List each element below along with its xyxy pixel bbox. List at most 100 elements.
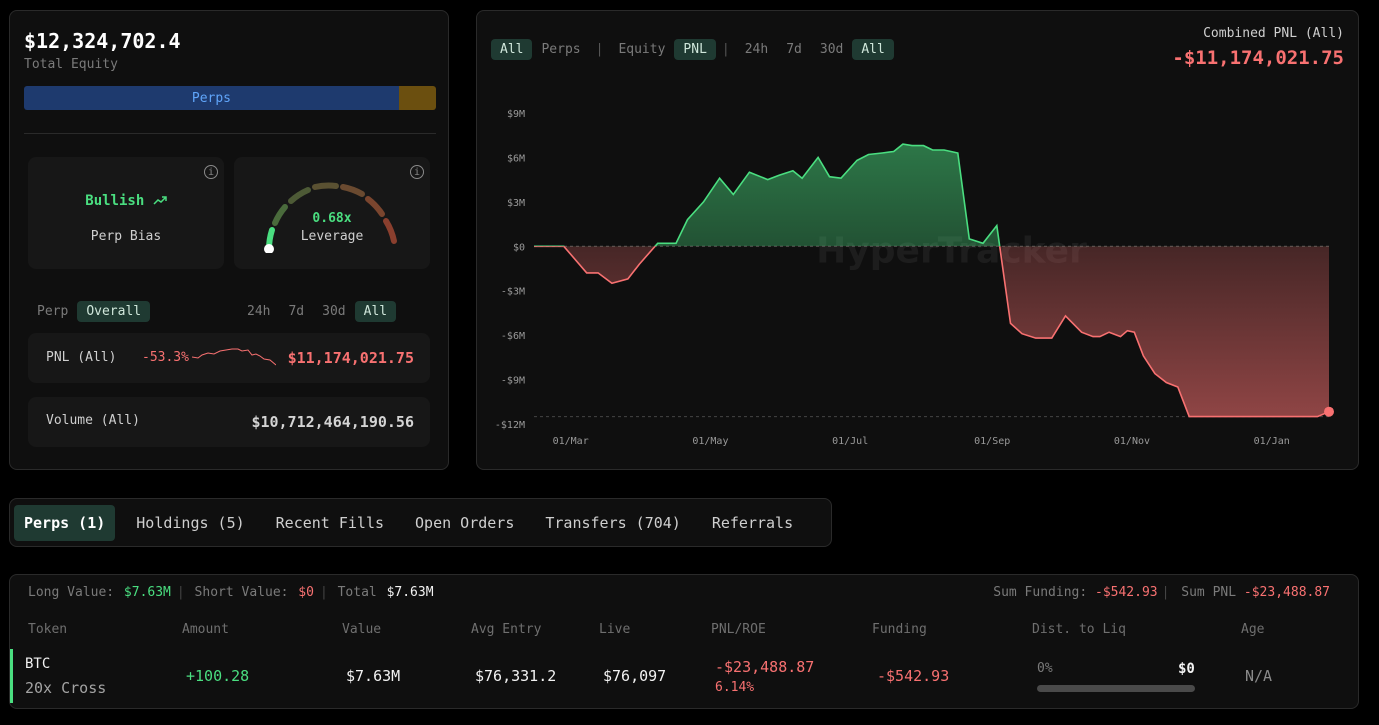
leverage-value: 0.68x: [312, 211, 352, 226]
long-value: $7.63M: [123, 585, 171, 600]
x-tick-label: 01/Sep: [974, 436, 1010, 447]
position-age: N/A: [1245, 667, 1273, 685]
x-tick-label: 01/Jul: [832, 436, 868, 447]
short-value: $0: [298, 585, 314, 600]
short-value-label: Short Value:: [194, 585, 289, 600]
volume-summary-row: Volume (All) $10,712,464,190.56: [28, 397, 430, 447]
y-tick-label: -$6M: [501, 331, 525, 342]
position-value: $7.63M: [346, 667, 401, 685]
margin-mode: 20x Cross: [25, 679, 107, 697]
tab-chart-24h[interactable]: 24h: [736, 39, 777, 60]
total-equity-value: $12,324,702.4: [24, 29, 181, 53]
sum-pnl-value: -$23,488.87: [1243, 585, 1330, 600]
column-header-avg-entry[interactable]: Avg Entry: [471, 622, 541, 637]
position-roe: 6.14%: [715, 680, 755, 695]
positions-summary: Long Value: $7.63M | Short Value: $0 | Tot…: [28, 585, 434, 600]
tab-open-orders[interactable]: Open Orders: [405, 505, 524, 541]
row-accent: [10, 649, 13, 703]
tab-holdings[interactable]: Holdings (5): [126, 505, 254, 541]
pnl-sparkline: [192, 348, 276, 366]
tab-recent-fills[interactable]: Recent Fills: [266, 505, 394, 541]
pnl-amount: $11,174,021.75: [287, 349, 414, 367]
positions-summary-right: Sum Funding: -$542.93 | Sum PNL -$23,488.…: [993, 585, 1330, 600]
allocation-holdings-segment: [398, 86, 436, 110]
avg-entry-price: $76,331.2: [475, 667, 557, 685]
liq-value: $0: [1178, 661, 1195, 677]
y-tick-label: $6M: [507, 153, 525, 164]
token-symbol[interactable]: BTC: [25, 656, 50, 672]
column-header-dist-to-liq[interactable]: Dist. to Liq: [1032, 622, 1126, 637]
column-header-token[interactable]: Token: [28, 622, 67, 637]
pnl-summary-row: PNL (All) -53.3% $11,174,021.75: [28, 333, 430, 383]
leverage-label: Leverage: [300, 229, 364, 244]
total-equity-label: Total Equity: [24, 57, 118, 72]
tab-perps[interactable]: Perps (1): [14, 504, 116, 541]
combined-pnl-value: -$11,174,021.75: [1172, 47, 1344, 69]
info-icon[interactable]: i: [410, 165, 424, 179]
y-tick-label: $3M: [507, 198, 525, 209]
y-tick-label: -$12M: [495, 420, 525, 431]
tab-30d[interactable]: 30d: [313, 301, 354, 322]
perp-bias-card: i Bullish Perp Bias: [28, 157, 224, 269]
positions-table: Long Value: $7.63M | Short Value: $0 | Tot…: [9, 574, 1359, 709]
tab-referrals[interactable]: Referrals: [702, 505, 803, 541]
column-header-funding[interactable]: Funding: [872, 622, 927, 637]
divider: [24, 133, 436, 134]
x-tick-label: 01/May: [692, 436, 728, 447]
tab-perp[interactable]: Perp: [28, 301, 77, 322]
column-header-amount[interactable]: Amount: [182, 622, 229, 637]
range-tabs: 24h 7d 30d All: [238, 301, 397, 322]
tab-transfers[interactable]: Transfers (704): [535, 505, 690, 541]
tab-chart-all[interactable]: All: [491, 39, 533, 60]
total-value-label: Total: [337, 585, 377, 600]
leverage-card: i 0.68x Leverage: [234, 157, 430, 269]
y-tick-label: $9M: [507, 109, 525, 120]
pnl-percent: -53.3%: [142, 350, 189, 365]
tab-chart-pnl[interactable]: PNL: [674, 39, 716, 60]
column-header-value[interactable]: Value: [342, 622, 381, 637]
volume-label: Volume (All): [46, 413, 140, 428]
live-price: $76,097: [603, 667, 667, 685]
tab-all[interactable]: All: [354, 301, 397, 322]
position-pnl: -$23,488.87: [715, 658, 815, 676]
tab-chart-7d[interactable]: 7d: [777, 39, 811, 60]
last-point-marker: [1324, 406, 1334, 417]
combined-pnl-label: Combined PNL (All): [1203, 26, 1344, 41]
account-overview-panel: $12,324,702.4 Total Equity Perps i Bulli…: [9, 10, 449, 470]
pnl-label: PNL (All): [46, 350, 117, 365]
tab-separator: |: [595, 42, 604, 57]
sum-funding-value: -$542.93: [1095, 585, 1158, 600]
scope-tabs: Perp Overall: [28, 301, 151, 322]
sum-pnl-label: Sum PNL: [1181, 585, 1237, 600]
liq-distance-bar: [1037, 685, 1195, 692]
positions-tabs: Perps (1) Holdings (5) Recent Fills Open…: [9, 498, 832, 547]
total-value: $7.63M: [386, 585, 434, 600]
info-icon[interactable]: i: [204, 165, 218, 179]
volume-amount: $10,712,464,190.56: [251, 413, 414, 431]
allocation-perps-segment: Perps: [24, 86, 399, 110]
allocation-bar: Perps: [24, 86, 436, 110]
trending-up-icon: [153, 196, 167, 205]
y-tick-label: -$3M: [501, 287, 525, 298]
tab-overall[interactable]: Overall: [77, 301, 151, 322]
x-tick-label: 01/Mar: [553, 436, 589, 447]
x-tick-label: 01/Nov: [1114, 436, 1150, 447]
sum-funding-label: Sum Funding:: [993, 585, 1088, 600]
tab-chart-equity[interactable]: Equity: [609, 39, 674, 60]
position-amount: +100.28: [186, 667, 250, 685]
tab-chart-perps[interactable]: Perps: [532, 39, 589, 60]
tab-chart-30d[interactable]: 30d: [811, 39, 852, 60]
long-value-label: Long Value:: [28, 585, 115, 600]
tab-7d[interactable]: 7d: [279, 301, 313, 322]
liq-percent: 0%: [1037, 661, 1053, 676]
column-header-pnl-roe[interactable]: PNL/ROE: [711, 622, 766, 637]
y-tick-label: -$9M: [501, 376, 525, 387]
tab-separator: |: [721, 42, 730, 57]
position-funding: -$542.93: [877, 667, 950, 685]
tab-24h[interactable]: 24h: [238, 301, 279, 322]
column-header-age[interactable]: Age: [1241, 622, 1264, 637]
column-header-live[interactable]: Live: [599, 622, 630, 637]
pnl-chart-panel: HyperTracker $9M $6M $3M $0 -$3M -$6M -$9M -$12M…: [476, 10, 1359, 470]
tab-chart-range-all[interactable]: All: [852, 39, 894, 60]
chart-tabs: All Perps | Equity PNL | 24h 7d 30d All: [491, 39, 894, 60]
